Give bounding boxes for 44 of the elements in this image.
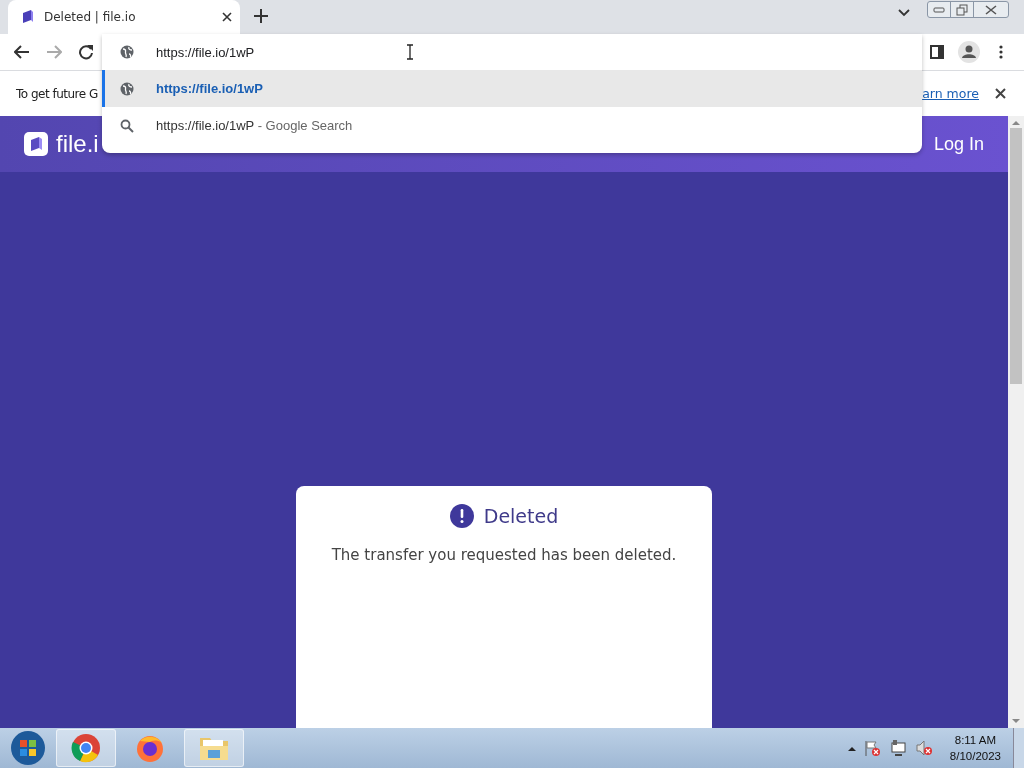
side-panel-icon[interactable] — [930, 45, 944, 59]
scroll-up-icon[interactable] — [1012, 120, 1020, 126]
network-icon[interactable] — [889, 739, 908, 757]
flag-icon[interactable] — [863, 739, 882, 757]
search-icon — [120, 118, 134, 133]
show-desktop-button[interactable] — [1013, 728, 1024, 768]
firefox-icon — [135, 733, 165, 763]
logo-icon — [24, 132, 48, 156]
chevron-down-icon[interactable] — [898, 9, 910, 17]
learn-more-link[interactable]: arn more — [922, 86, 979, 101]
close-icon[interactable] — [222, 12, 232, 22]
start-button[interactable] — [10, 730, 46, 766]
card-title: Deleted — [483, 505, 559, 527]
suggestion-text: https://file.io/1wP — [156, 81, 263, 96]
suggestion-text: https://file.io/1wP - Google Search — [156, 118, 353, 133]
scrollbar[interactable] — [1008, 116, 1024, 728]
show-hidden-icon[interactable] — [847, 745, 856, 751]
tab-title: Deleted | file.io — [44, 10, 137, 24]
back-icon[interactable] — [14, 45, 30, 59]
scroll-down-icon[interactable] — [1012, 718, 1020, 724]
infobar-message: To get future G — [16, 86, 98, 101]
clock-time[interactable]: 8:11 AM — [954, 732, 997, 748]
taskbar-button[interactable] — [56, 729, 116, 767]
card-message: The transfer you requested has been deleted. — [331, 546, 677, 564]
close-icon[interactable] — [995, 88, 1006, 99]
globe-icon — [120, 45, 134, 59]
globe-icon — [120, 81, 134, 96]
suggestion-item[interactable]: https://file.io/1wP - Google Search — [102, 107, 922, 144]
chrome-icon — [71, 733, 101, 763]
speaker-icon[interactable] — [915, 739, 934, 757]
new-tab-icon[interactable] — [254, 9, 268, 23]
menu-icon[interactable] — [999, 45, 1003, 59]
clock-date[interactable]: 8/10/2023 — [949, 748, 1001, 764]
favicon-icon — [22, 10, 34, 24]
logo-text[interactable]: file.i — [56, 130, 99, 158]
taskbar-button[interactable] — [184, 729, 244, 767]
browser-tab[interactable]: Deleted | file.io — [8, 0, 240, 34]
reload-icon[interactable] — [78, 44, 94, 60]
login-link[interactable]: Log In — [933, 133, 984, 155]
profile-icon[interactable] — [958, 41, 980, 63]
alert-icon — [449, 504, 474, 528]
text-cursor-icon — [406, 44, 414, 60]
suggestion-item[interactable]: https://file.io/1wP — [102, 70, 922, 107]
address-field[interactable]: https://file.io/1wP — [102, 34, 922, 70]
